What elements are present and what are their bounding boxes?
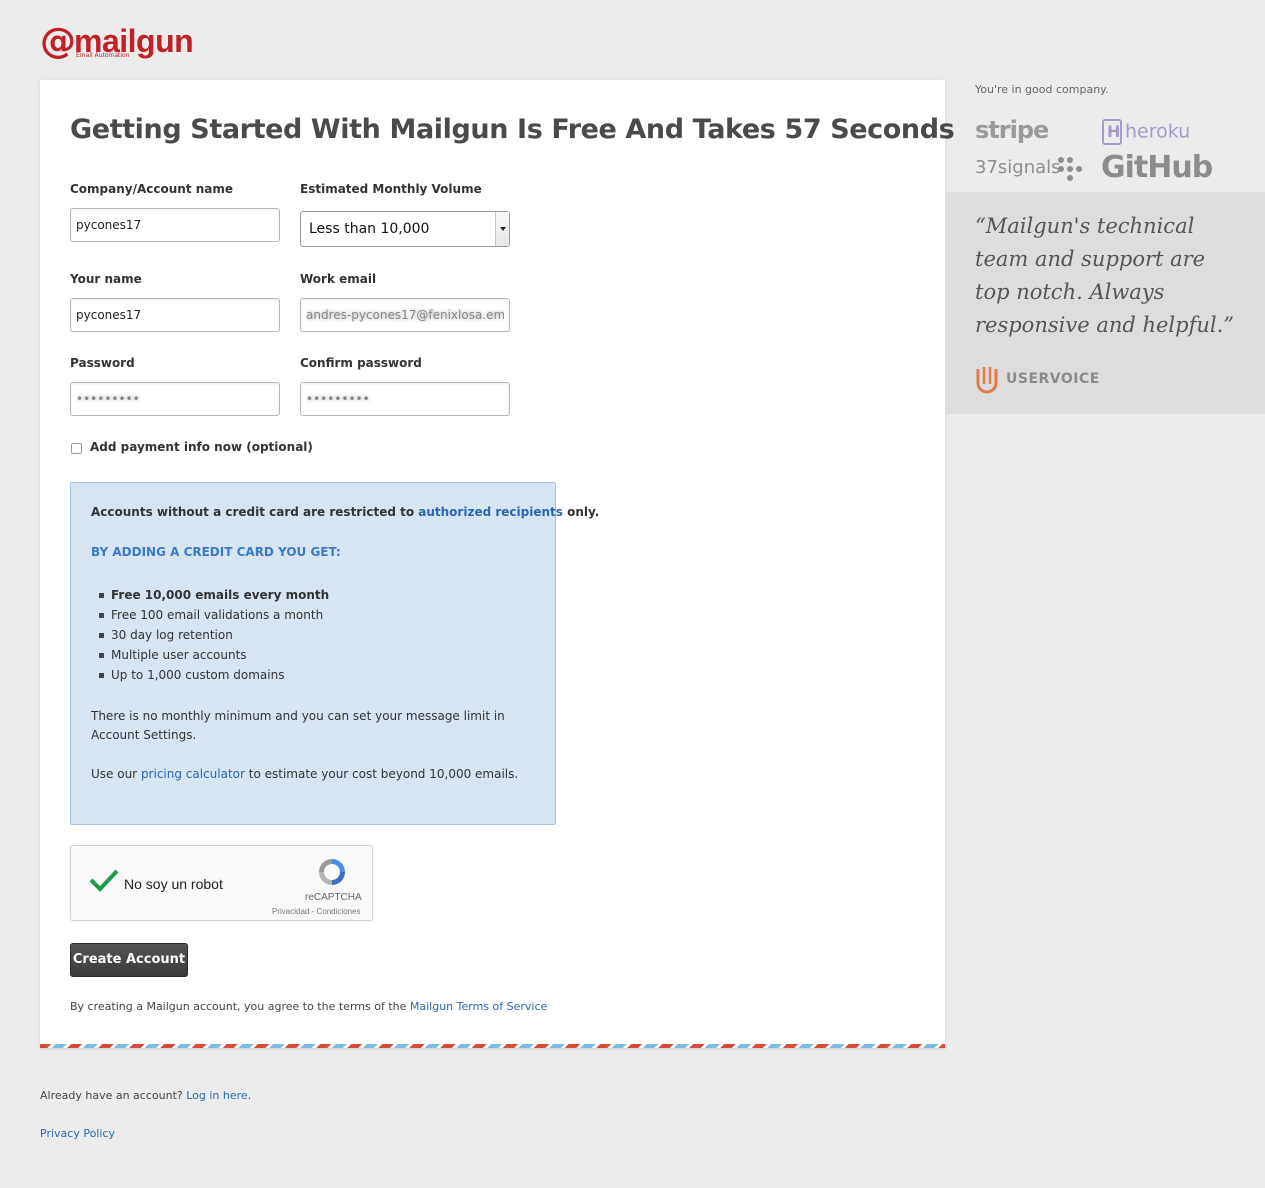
- chevron-down-icon: [495, 212, 509, 246]
- work-email-input[interactable]: [300, 298, 510, 332]
- 37signals-icon: [1058, 157, 1082, 181]
- list-item: Up to 1,000 custom domains: [99, 665, 329, 685]
- list-item: Multiple user accounts: [99, 645, 329, 665]
- list-item: Free 10,000 emails every month: [99, 585, 329, 605]
- terms-text: By creating a Mailgun account, you agree…: [70, 1000, 410, 1013]
- create-account-button[interactable]: Create Account: [70, 943, 188, 977]
- testimonial-source: USERVOICE: [1006, 371, 1100, 387]
- testimonial-quote: “Mailgun's technical team and support ar…: [975, 214, 1235, 337]
- calculator-text: Use our: [91, 767, 141, 781]
- benefits-heading: BY ADDING A CREDIT CARD YOU GET:: [91, 545, 341, 559]
- confirm-password-input[interactable]: [300, 382, 510, 416]
- 37signals-logo: 37signals: [975, 157, 1061, 178]
- login-text: Already have an account?: [40, 1089, 187, 1102]
- minimum-notice: There is no monthly minimum and you can …: [91, 709, 505, 742]
- recaptcha-widget[interactable]: No soy un robot reCAPTCHA Privacidad - C…: [70, 845, 373, 921]
- good-company-label: You're in good company.: [975, 83, 1109, 96]
- authorized-recipients-link[interactable]: authorized recipients: [418, 505, 563, 519]
- stripe-logo: stripe: [975, 116, 1049, 144]
- signup-card: Getting Started With Mailgun Is Free And…: [40, 80, 955, 1048]
- work-email-label: Work email: [300, 272, 377, 286]
- logo-tagline: Email Automation: [76, 52, 130, 59]
- page-title: Getting Started With Mailgun Is Free And…: [70, 114, 955, 145]
- payment-info-checkbox[interactable]: [71, 443, 82, 454]
- restriction-text: Accounts without a credit card are restr…: [91, 505, 419, 519]
- airmail-stripe: [40, 1044, 945, 1048]
- terms-notice: By creating a Mailgun account, you agree…: [70, 1000, 547, 1013]
- privacy-policy-link[interactable]: Privacy Policy: [40, 1127, 115, 1140]
- login-link[interactable]: Log in here: [186, 1089, 247, 1102]
- your-name-label: Your name: [70, 272, 142, 286]
- uservoice-icon: [976, 367, 998, 394]
- your-name-input[interactable]: [70, 298, 280, 332]
- login-text-end: .: [247, 1089, 252, 1102]
- terms-of-service-link[interactable]: Mailgun Terms of Service: [410, 1000, 547, 1013]
- calculator-text-end: to estimate your cost beyond 10,000 emai…: [244, 767, 519, 781]
- password-input[interactable]: [70, 382, 280, 416]
- monthly-volume-label: Estimated Monthly Volume: [300, 182, 482, 196]
- recaptcha-brand: reCAPTCHA: [305, 892, 362, 903]
- password-label: Password: [70, 356, 135, 370]
- testimonial-panel: “Mailgun's technical team and support ar…: [945, 192, 1265, 414]
- company-name-input[interactable]: [70, 208, 280, 242]
- recaptcha-logo-icon: [319, 859, 345, 885]
- recaptcha-label: No soy un robot: [124, 876, 223, 892]
- restriction-notice: Accounts without a credit card are restr…: [91, 505, 599, 519]
- recaptcha-privacy-links[interactable]: Privacidad - Condiciones: [272, 907, 361, 916]
- logo-at-symbol: @: [40, 21, 76, 62]
- heroku-icon: [1102, 119, 1122, 145]
- calculator-notice: Use our pricing calculator to estimate y…: [91, 767, 518, 781]
- github-logo: GitHub: [1101, 150, 1213, 185]
- monthly-volume-value: Less than 10,000: [309, 221, 430, 237]
- credit-card-info-box: Accounts without a credit card are restr…: [70, 482, 599, 825]
- payment-info-label[interactable]: Add payment info now (optional): [90, 440, 313, 454]
- company-name-label: Company/Account name: [70, 182, 234, 196]
- heroku-logo: heroku: [1102, 119, 1190, 147]
- heroku-wordmark: heroku: [1125, 120, 1191, 143]
- mailgun-logo[interactable]: @ mailgun Email Automation: [40, 22, 200, 62]
- list-item: 30 day log retention: [99, 625, 329, 645]
- benefits-list: Free 10,000 emails every month Free 100 …: [99, 585, 329, 685]
- list-item: Free 100 email validations a month: [99, 605, 329, 625]
- monthly-volume-select[interactable]: Less than 10,000: [300, 211, 510, 247]
- confirm-password-label: Confirm password: [300, 356, 422, 370]
- restriction-text-end: only.: [562, 505, 600, 519]
- login-prompt: Already have an account? Log in here.: [40, 1089, 251, 1102]
- checkmark-icon[interactable]: [89, 868, 119, 892]
- pricing-calculator-link[interactable]: pricing calculator: [141, 767, 245, 781]
